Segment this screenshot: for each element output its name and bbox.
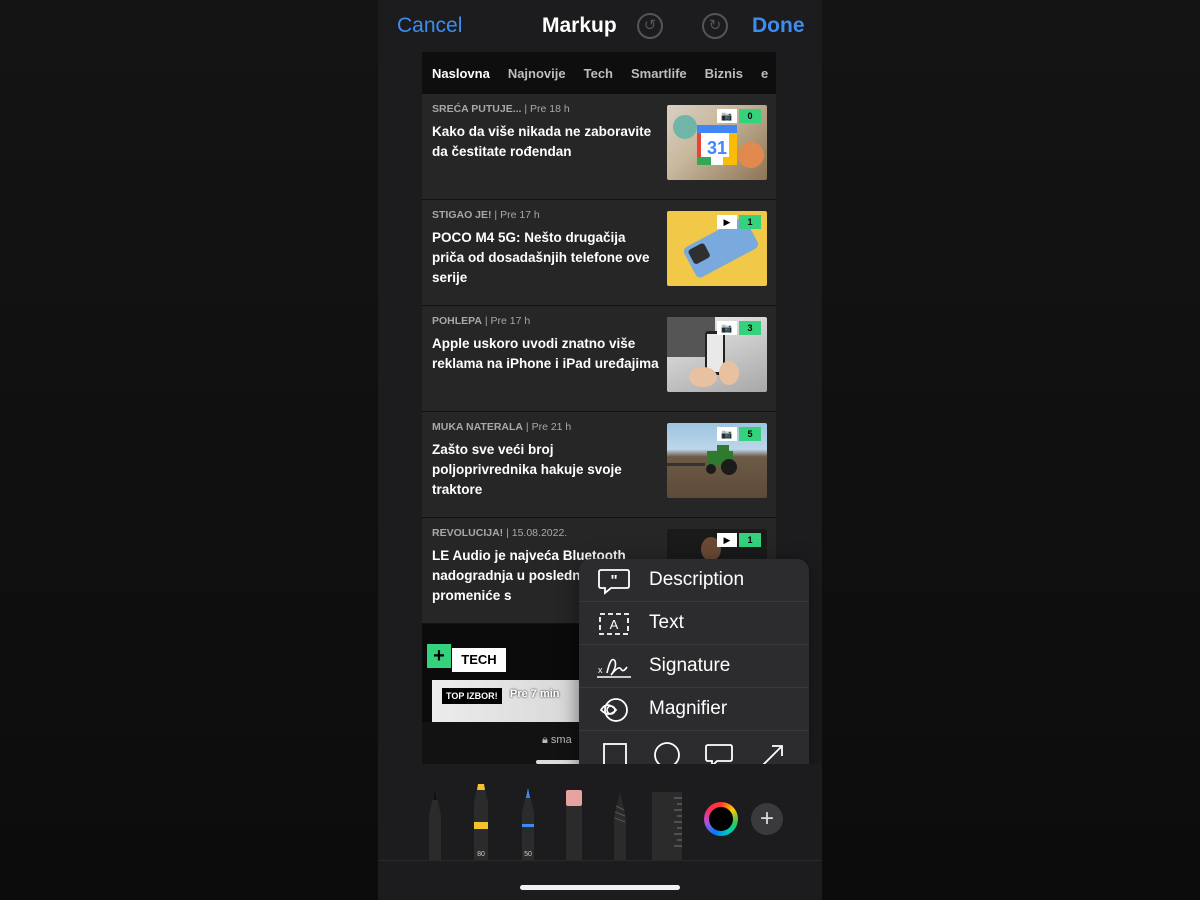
nav-item-more[interactable]: e <box>761 66 768 81</box>
done-button[interactable]: Done <box>752 14 805 38</box>
lasso-icon[interactable] <box>609 788 631 860</box>
list-item[interactable]: MUKA NATERALA | Pre 21 h Zašto sve veći … <box>422 412 776 518</box>
menu-item-magnifier[interactable]: Magnifier <box>579 688 809 731</box>
tech-time: Pre 7 min <box>510 688 560 700</box>
right-backdrop <box>822 0 1200 900</box>
undo-icon[interactable]: ↺ <box>637 13 663 39</box>
article-thumbnail: 📷 5 <box>667 423 767 498</box>
article-meta: MUKA NATERALA | Pre 21 h <box>432 421 572 433</box>
lock-icon: 🔒︎ <box>542 734 548 746</box>
ruler-icon[interactable] <box>650 790 684 860</box>
svg-text:": " <box>610 572 617 589</box>
comment-count: 5 <box>739 427 761 441</box>
comment-count: 1 <box>739 215 761 229</box>
plus-icon: + <box>427 644 451 668</box>
nav-item-tech[interactable]: Tech <box>584 66 613 81</box>
menu-item-label: Signature <box>649 655 731 676</box>
url-text: 🔒︎ sma <box>542 734 572 746</box>
top-pick-badge: TOP IZBOR! <box>442 688 502 704</box>
color-wheel-icon[interactable] <box>704 802 738 836</box>
pencil-icon <box>522 788 534 860</box>
article-thumbnail: 31 📷 0 <box>667 105 767 180</box>
nav-item-naslovna[interactable]: Naslovna <box>432 66 490 81</box>
redo-icon[interactable]: ↻ <box>702 13 728 39</box>
camera-icon: 📷 <box>717 109 737 123</box>
text-box-icon: A <box>599 613 629 635</box>
signature-icon: x <box>597 658 631 678</box>
menu-item-text[interactable]: A Text <box>579 602 809 645</box>
article-title: Apple uskoro uvodi znatno više reklama n… <box>432 336 659 371</box>
article-meta: POHLEPA | Pre 17 h <box>432 315 531 327</box>
article-meta: SREĆA PUTUJE... | Pre 18 h <box>432 103 570 115</box>
left-backdrop <box>0 0 378 900</box>
menu-item-description[interactable]: " Description <box>579 559 809 602</box>
calendar-date: 31 <box>707 138 727 158</box>
markup-title: Markup <box>542 14 617 37</box>
site-nav: Naslovna Najnovije Tech Smartlife Biznis… <box>422 52 776 94</box>
nav-item-najnovije[interactable]: Najnovije <box>508 66 566 81</box>
menu-item-label: Magnifier <box>649 698 728 719</box>
comment-count: 1 <box>739 533 761 547</box>
article-title: Zašto sve veći broj poljoprivrednika hak… <box>432 442 622 497</box>
cancel-button[interactable]: Cancel <box>397 14 462 38</box>
tool-palette: 80 50 + <box>378 764 822 860</box>
markup-screen: Cancel Markup ↺ ↻ Done Naslovna Najnovij… <box>378 0 822 900</box>
camera-icon: 📷 <box>717 427 737 441</box>
menu-item-label: Description <box>649 569 745 590</box>
article-title: POCO M4 5G: Nešto drugačija priča od dos… <box>432 230 650 285</box>
highlighter-size: 80 <box>477 851 485 858</box>
quote-bubble-icon: " <box>598 569 630 595</box>
magnifier-icon <box>599 698 628 722</box>
tech-label: TECH <box>452 648 506 672</box>
comment-count: 0 <box>739 109 761 123</box>
play-icon: ▶ <box>717 215 737 229</box>
markup-header: Cancel Markup ↺ ↻ Done <box>378 0 822 52</box>
highlighter-icon <box>474 784 488 860</box>
menu-item-signature[interactable]: x Signature <box>579 645 809 688</box>
camera-icon: 📷 <box>717 321 737 335</box>
svg-text:x: x <box>598 665 603 675</box>
pen-icon[interactable] <box>424 786 446 860</box>
nav-item-smartlife[interactable]: Smartlife <box>631 66 687 81</box>
eraser-icon[interactable] <box>563 788 585 860</box>
highlighter-tool[interactable]: 80 <box>470 782 492 860</box>
play-icon: ▶ <box>717 533 737 547</box>
pencil-tool[interactable]: 50 <box>517 786 539 860</box>
add-menu-popup: " Description A Text x Signature Magnifi… <box>579 559 809 779</box>
bottom-bar <box>378 860 822 900</box>
comment-count: 3 <box>739 321 761 335</box>
article-title: Kako da više nikada ne zaboravite da čes… <box>432 124 652 159</box>
article-meta: STIGAO JE! | Pre 17 h <box>432 209 540 221</box>
nav-item-biznis[interactable]: Biznis <box>705 66 743 81</box>
svg-text:A: A <box>610 617 619 632</box>
list-item[interactable]: STIGAO JE! | Pre 17 h POCO M4 5G: Nešto … <box>422 200 776 306</box>
article-thumbnail: ▶ 1 <box>667 211 767 286</box>
list-item[interactable]: POHLEPA | Pre 17 h Apple uskoro uvodi zn… <box>422 306 776 412</box>
home-indicator <box>520 885 680 890</box>
list-item[interactable]: SREĆA PUTUJE... | Pre 18 h Kako da više … <box>422 94 776 200</box>
menu-item-label: Text <box>649 612 684 633</box>
article-thumbnail: 📷 3 <box>667 317 767 392</box>
pencil-size: 50 <box>524 851 532 858</box>
plus-icon[interactable]: + <box>751 803 783 835</box>
article-meta: REVOLUCIJA! | 15.08.2022. <box>432 527 568 539</box>
